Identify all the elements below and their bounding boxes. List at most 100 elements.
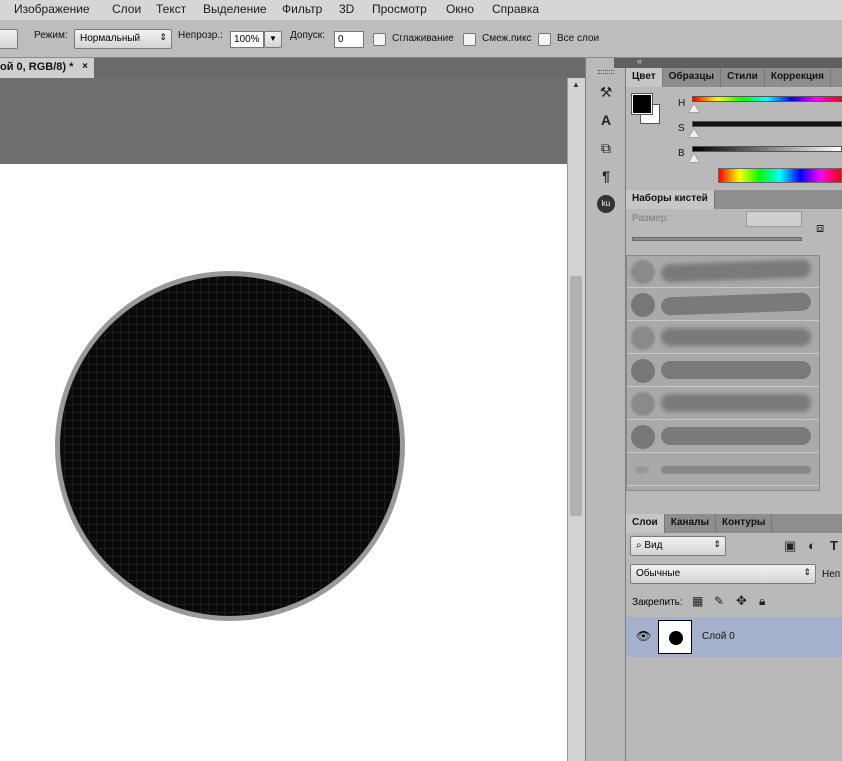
type-filter-icon[interactable]: T [830, 538, 838, 553]
adjustment-filter-icon[interactable]: ◐ [808, 538, 816, 553]
menu-text[interactable]: Текст [156, 2, 186, 16]
menu-image[interactable]: Изображение [14, 2, 90, 16]
menu-view[interactable]: Просмотр [372, 2, 427, 16]
opacity-field[interactable]: 100% [230, 31, 264, 48]
triangle-down-icon: ▼ [269, 34, 277, 43]
antialias-checkbox[interactable] [373, 33, 386, 46]
document-tab-title: ой 0, RGB/8) * [0, 61, 74, 73]
menu-layers[interactable]: Слои [112, 2, 141, 16]
layer-name[interactable]: Слой 0 [702, 631, 735, 642]
list-item[interactable] [627, 355, 819, 387]
tab-adjustments[interactable]: Коррекция [765, 68, 831, 87]
saturation-slider-handle[interactable] [689, 129, 699, 137]
hue-slider[interactable] [692, 96, 842, 102]
blend-mode-value: Обычные [636, 568, 681, 579]
layer-row[interactable]: 👁︎ Слой 0 [626, 617, 842, 657]
contiguous-checkbox[interactable] [463, 33, 476, 46]
updown-arrow-icon: ⇕ [713, 539, 721, 549]
mode-value: Нормальный [80, 33, 141, 44]
menu-filter[interactable]: Фильтр [282, 2, 322, 16]
all-layers-checkbox[interactable] [538, 33, 551, 46]
brush-tip-preview [631, 425, 655, 449]
hue-label: H [678, 98, 686, 109]
lock-label: Закрепить: [632, 597, 683, 608]
tolerance-field[interactable]: 0 [334, 31, 364, 48]
collapse-arrows-icon[interactable]: « [637, 56, 642, 66]
color-spectrum-bar[interactable] [718, 168, 842, 183]
tool-preset-picker[interactable] [0, 29, 18, 49]
list-item[interactable] [627, 421, 819, 453]
layer-opacity-label: Неп [822, 569, 841, 580]
tab-styles[interactable]: Стили [721, 68, 765, 87]
lock-position-icon[interactable]: ✥ [736, 593, 747, 609]
list-item[interactable] [627, 454, 819, 486]
lock-pixels-icon[interactable]: ✎ [714, 594, 724, 608]
saturation-label: S [678, 123, 685, 134]
image-canvas[interactable] [0, 164, 567, 761]
tab-color[interactable]: Цвет [626, 68, 663, 87]
tab-channels[interactable]: Каналы [665, 514, 716, 533]
type-tool-icon[interactable]: A [596, 110, 616, 130]
brush-tip-preview [635, 466, 649, 474]
brush-panel-toggle-icon[interactable]: ⧈ [816, 220, 824, 236]
pixelated-circle-image [55, 271, 405, 621]
brush-tip-preview [631, 392, 655, 416]
brush-stroke-preview [661, 427, 811, 445]
brush-preset-list [626, 255, 820, 491]
scroll-up-icon[interactable]: ▲ [572, 80, 580, 89]
panel-collapse-bar[interactable]: « [614, 56, 842, 68]
menu-window[interactable]: Окно [446, 2, 474, 16]
lock-all-icon[interactable]: 🔒︎ [759, 594, 765, 609]
clone-source-icon[interactable]: ⧉ [596, 138, 616, 158]
opacity-dropdown[interactable]: ▼ [264, 31, 282, 48]
menu-help[interactable]: Справка [492, 2, 539, 16]
paragraph-icon[interactable]: ¶ [596, 166, 616, 186]
tab-brush-presets[interactable]: Наборы кистей [626, 190, 715, 209]
brush-stroke-preview [661, 328, 811, 346]
layers-panel-tabs: Слои Каналы Контуры [626, 514, 842, 533]
scrollbar-thumb[interactable] [570, 276, 582, 516]
brush-tool-icon[interactable]: ⚒ [596, 82, 616, 102]
layer-filter-value: Вид [644, 540, 663, 551]
mode-select[interactable]: Нормальный ⇕ [74, 29, 172, 49]
brush-tip-preview [631, 326, 655, 350]
menu-select[interactable]: Выделение [203, 2, 267, 16]
brightness-slider[interactable] [692, 146, 842, 152]
close-icon[interactable]: × [82, 61, 88, 72]
document-tab[interactable]: ой 0, RGB/8) * × [0, 58, 94, 78]
menu-3d[interactable]: 3D [339, 2, 354, 16]
brush-stroke-preview [661, 394, 811, 412]
brush-size-slider[interactable] [632, 237, 802, 241]
hue-slider-handle[interactable] [689, 104, 699, 112]
saturation-slider[interactable] [692, 121, 842, 127]
canvas-vertical-scrollbar[interactable]: ▲ [567, 78, 585, 761]
updown-arrow-icon: ⇕ [803, 567, 811, 577]
contiguous-label: Смеж.пикс [482, 33, 532, 44]
mode-label: Режим: [34, 30, 68, 41]
list-item[interactable] [627, 322, 819, 354]
brush-stroke-preview [661, 466, 811, 474]
brightness-slider-handle[interactable] [689, 154, 699, 162]
list-item[interactable] [627, 388, 819, 420]
layer-filter-select[interactable]: ⌕ Вид ⇕ [630, 536, 726, 556]
blend-mode-select[interactable]: Обычные ⇕ [630, 564, 816, 584]
grip-handle[interactable] [598, 70, 614, 74]
document-workspace [0, 78, 567, 761]
tolerance-label: Допуск: [290, 30, 325, 41]
kuler-icon[interactable]: ku [596, 194, 616, 214]
eye-icon[interactable]: 👁︎ [636, 629, 651, 643]
brightness-label: B [678, 148, 685, 159]
brush-tip-preview [631, 359, 655, 383]
foreground-color-swatch[interactable] [631, 93, 653, 115]
opacity-label: Непрозр.: [178, 30, 223, 41]
brush-size-field[interactable] [746, 211, 802, 227]
brush-panel-tabs: Наборы кистей [626, 190, 842, 209]
tab-paths[interactable]: Контуры [716, 514, 773, 533]
tab-layers[interactable]: Слои [626, 514, 665, 533]
list-item[interactable] [627, 289, 819, 321]
image-filter-icon[interactable]: ▣ [784, 538, 796, 554]
lock-transparency-icon[interactable]: ▦ [692, 594, 703, 608]
tab-swatches[interactable]: Образцы [663, 68, 722, 87]
updown-arrow-icon: ⇕ [159, 32, 167, 42]
list-item[interactable] [627, 256, 819, 288]
